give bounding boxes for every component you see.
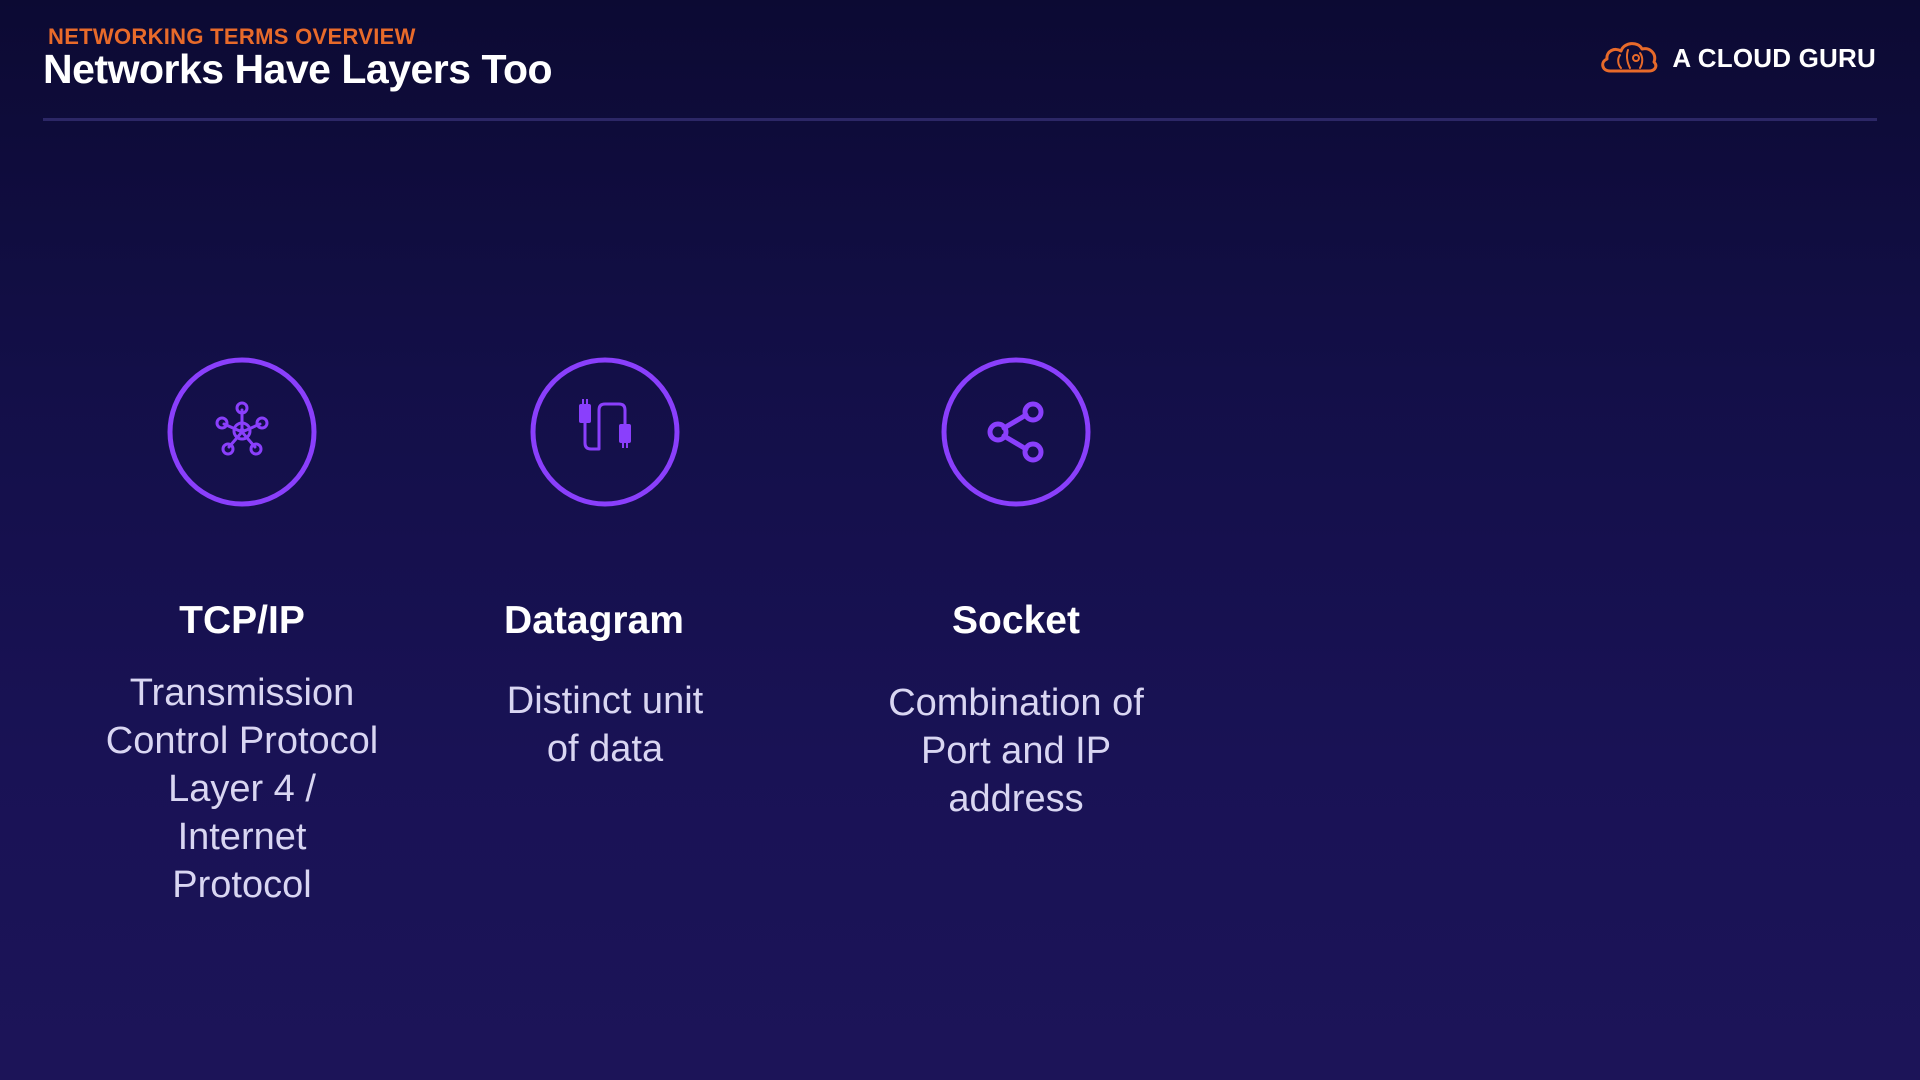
term-description: Transmission Control Protocol Layer 4 / …: [105, 672, 379, 906]
term-title: TCP/IP: [179, 599, 305, 642]
brand: A CLOUD GURU: [1596, 36, 1876, 80]
term-card-tcpip: TCP/IP Transmission Control Protocol Lay…: [72, 357, 412, 909]
cable-connectors-icon: [530, 357, 680, 507]
network-hub-icon: [167, 357, 317, 507]
brand-name: A CLOUD GURU: [1672, 42, 1876, 73]
cloud-logo-icon: [1601, 42, 1658, 73]
header-divider: [43, 118, 1877, 121]
term-title: Socket: [952, 599, 1080, 642]
term-card-datagram: Datagram Distinct unit of data: [435, 357, 775, 773]
term-card-socket: Socket Combination of Port and IP addres…: [846, 357, 1186, 823]
term-description: Combination of Port and IP address: [888, 682, 1144, 820]
term-title: Datagram: [504, 599, 684, 642]
term-description: Distinct unit of data: [506, 680, 704, 770]
slide-title: Networks Have Layers Too: [43, 46, 553, 92]
share-icon: [941, 357, 1091, 507]
